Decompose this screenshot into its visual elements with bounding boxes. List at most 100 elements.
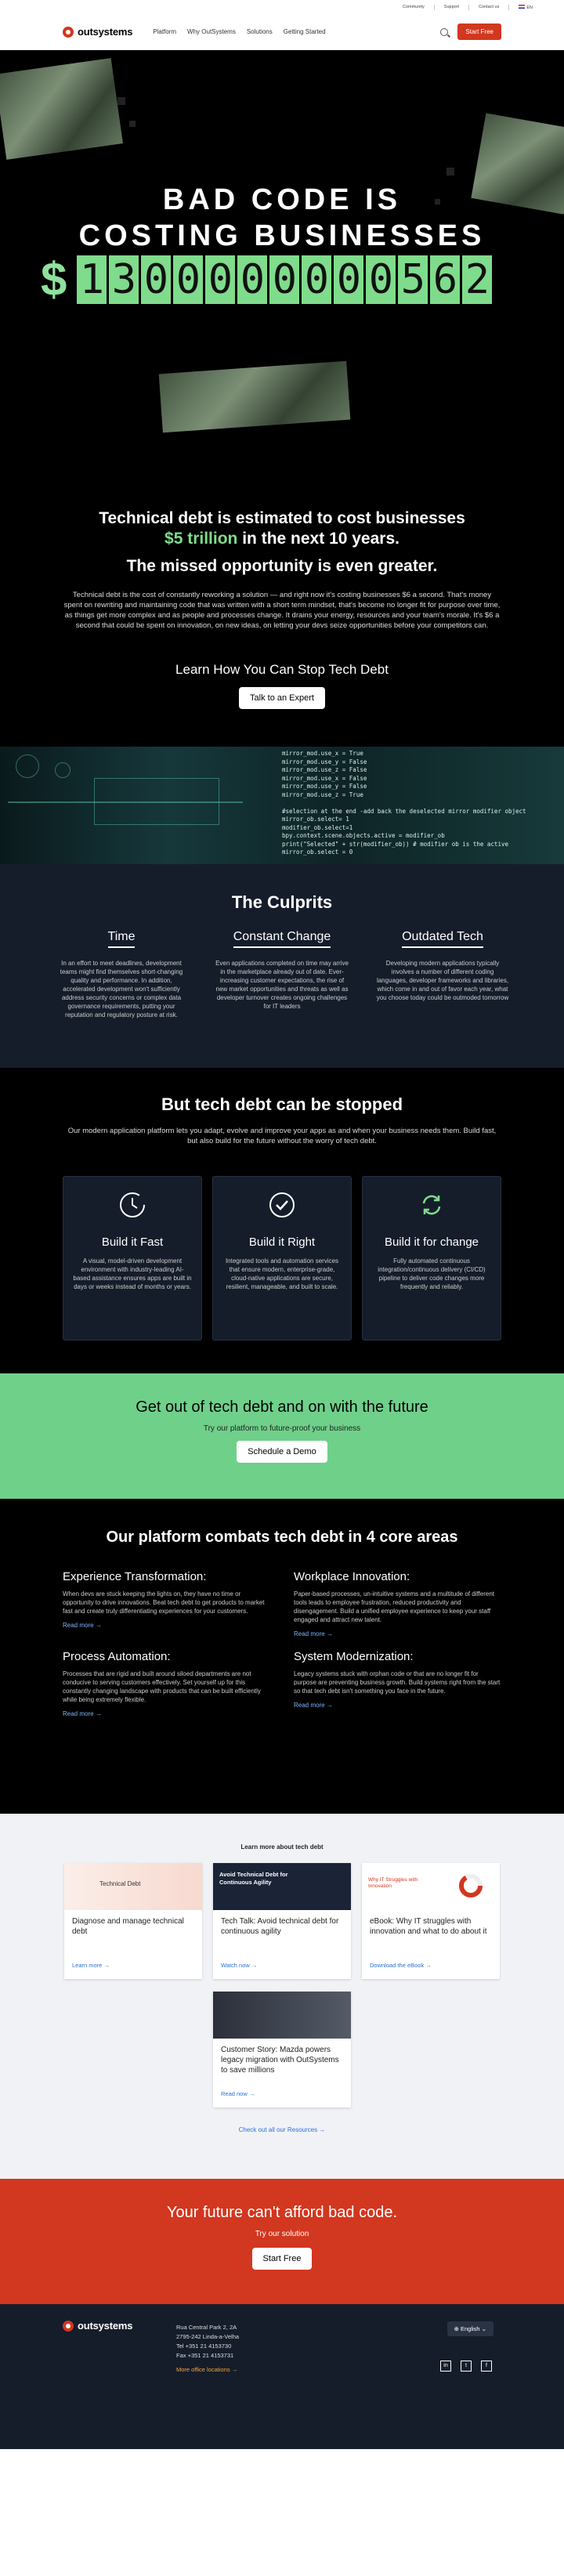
footer-logo[interactable]: outsystems (63, 2320, 501, 2332)
language-code: EN (526, 5, 533, 10)
utility-bar: Community Support Contact us EN (0, 0, 564, 14)
feature-title: Build it for change (384, 1236, 479, 1249)
stopped-section: But tech debt can be stopped Our modern … (0, 1068, 564, 1373)
check-circle-icon (269, 1192, 295, 1217)
demo-cta-band: Get out of tech debt and on with the fut… (0, 1373, 564, 1499)
learn-heading: Learn How You Can Stop Tech Debt (175, 662, 389, 677)
main-nav: outsystems Platform Why OutSystems Solut… (0, 14, 564, 50)
hero-title-line2: COSTING BUSINESSES (78, 219, 486, 252)
debt-body: Technical debt is the cost of constantly… (63, 591, 501, 630)
logo-icon (63, 2320, 74, 2332)
code-line: print("Selected" + str(modifier_ob)) # m… (282, 840, 508, 848)
read-more-label: Read more (294, 1630, 325, 1637)
linkedin-icon[interactable]: in (440, 2361, 451, 2372)
code-line: mirror_mod.use_x = False (282, 774, 367, 782)
logo[interactable]: outsystems (63, 26, 132, 38)
nav-link-platform[interactable]: Platform (153, 28, 176, 35)
resource-card[interactable]: Why IT Struggles with Innovation eBook: … (362, 1863, 500, 1979)
area-title: Process Automation: (63, 1650, 171, 1663)
search-icon[interactable] (440, 27, 449, 36)
resource-link[interactable]: Download the eBook → (362, 1962, 439, 1969)
counter-currency: $ (41, 253, 67, 306)
counter-digit: 0 (302, 255, 332, 304)
area-experience: Experience Transformation: When devs are… (63, 1570, 270, 1637)
schedule-demo-button[interactable]: Schedule a Demo (237, 1441, 327, 1463)
resource-title: Diagnose and manage technical debt (72, 1917, 184, 1936)
debt-counter: $ 1 3 0 0 0 0 0 0 0 0 5 6 2 (41, 253, 493, 306)
code-line: mirror_ob.select = 0 (282, 848, 353, 856)
nav-link-getting-started[interactable]: Getting Started (284, 28, 326, 35)
nav-link-why[interactable]: Why OutSystems (187, 28, 236, 35)
twitter-icon[interactable]: t (461, 2361, 472, 2372)
resource-card[interactable]: Technical Debt Diagnose and manage techn… (64, 1863, 202, 1979)
culprit-time: Time In an effort to meet deadlines, dev… (55, 930, 188, 1019)
read-more-link[interactable]: Read more → (294, 1630, 501, 1637)
code-line: mirror_mod.use_y = False (282, 783, 367, 790)
read-more-link[interactable]: Read more → (63, 1622, 270, 1629)
utility-link-community[interactable]: Community (403, 5, 425, 9)
resource-card[interactable]: Customer Story: Mazda powers legacy migr… (213, 1992, 351, 2107)
language-select[interactable]: ⊕ English ⌄ (446, 2321, 494, 2336)
debt-headline: Technical debt is estimated to cost busi… (63, 508, 501, 549)
resource-link[interactable]: Read now → (213, 2090, 262, 2097)
resource-thumbnail: Technical Debt (64, 1863, 202, 1910)
circuit-decoration (16, 754, 39, 778)
talk-to-expert-button[interactable]: Talk to an Expert (239, 687, 325, 709)
culprit-text: In an effort to meet deadlines, developm… (60, 960, 183, 1018)
resource-link[interactable]: Watch now → (213, 1962, 265, 1969)
hero-title-line1: BAD CODE IS (162, 183, 402, 216)
dollar-bill-image (0, 58, 123, 160)
area-text: When devs are stuck keeping the lights o… (63, 1590, 265, 1615)
refresh-icon (422, 1195, 441, 1215)
culprits-section: The Culprits Time In an effort to meet d… (0, 864, 564, 1068)
counter-digit: 0 (141, 255, 172, 304)
nav-link-solutions[interactable]: Solutions (247, 28, 273, 35)
code-line: mirror_ob.select= 1 (282, 816, 349, 823)
feature-card-change: Build it for change Fully automated cont… (362, 1176, 501, 1340)
resource-thumbnail (213, 1992, 351, 2039)
resource-thumbnail: Avoid Technical Debt for Continuous Agil… (213, 1863, 351, 1910)
feature-title: Build it Right (248, 1236, 316, 1249)
platform-section: Our platform combats tech debt in 4 core… (0, 1499, 564, 1814)
code-line: mirror_mod.use_x = True (282, 750, 363, 757)
code-line: mirror_mod.use_z = True (282, 791, 363, 798)
area-title: Experience Transformation: (63, 1570, 207, 1583)
counter-digit: 3 (109, 255, 139, 304)
logo-icon (63, 26, 74, 38)
language-label: English (461, 2325, 480, 2332)
feature-text: A visual, model-driven development envir… (73, 1257, 192, 1290)
counter-digit: 6 (430, 255, 461, 304)
area-title: System Modernization: (294, 1650, 414, 1663)
resource-title: eBook: Why IT struggles with innovation … (370, 1917, 487, 1936)
counter-digit: 0 (334, 255, 364, 304)
all-resources-link[interactable]: Check out all our Resources → (0, 2126, 564, 2133)
resource-card[interactable]: Avoid Technical Debt for Continuous Agil… (213, 1863, 351, 1979)
dollar-bill-image (158, 360, 351, 433)
demo-cta-sub: Try our platform to future-proof your bu… (203, 1424, 361, 1433)
counter-digit: 0 (237, 255, 268, 304)
office-locations-link[interactable]: More office locations → (176, 2365, 239, 2375)
resource-link-label: Download the eBook (370, 1962, 425, 1969)
code-snippet: mirror_mod.use_x = True mirror_mod.use_y … (282, 750, 526, 857)
final-cta-title: Your future can't afford bad code. (166, 2204, 398, 2221)
utility-link-support[interactable]: Support (444, 5, 459, 9)
footer-address: Rua Central Park 2, 2A 2795-242 Linda-a-… (176, 2323, 239, 2375)
resource-link[interactable]: Learn more → (64, 1962, 118, 1969)
start-free-button[interactable]: Start Free (251, 2248, 313, 2270)
counter-digit: 0 (269, 255, 300, 304)
read-more-link[interactable]: Read more → (63, 1710, 270, 1717)
logo-text: outsystems (78, 26, 133, 38)
arrow-right-icon: → (326, 1702, 333, 1709)
read-more-link[interactable]: Read more → (294, 1702, 501, 1709)
flag-icon (519, 4, 526, 9)
start-free-button[interactable]: Start Free (457, 24, 501, 40)
facebook-icon[interactable]: f (481, 2361, 492, 2372)
culprit-outdated: Outdated Tech Developing modern applicat… (376, 930, 509, 1019)
utility-link-contact[interactable]: Contact us (479, 5, 499, 9)
counter-digit: 1 (77, 255, 107, 304)
address-line: Rua Central Park 2, 2A (176, 2324, 237, 2331)
culprit-title: Time (107, 930, 136, 948)
culprits-title: The Culprits (231, 892, 333, 912)
feature-text: Integrated tools and automation services… (225, 1257, 339, 1290)
language-switch[interactable]: EN (519, 4, 533, 10)
